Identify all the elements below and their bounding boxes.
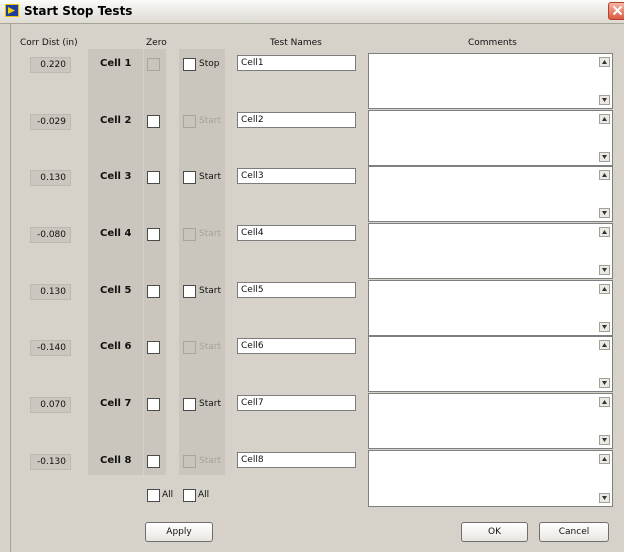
cancel-button[interactable]: Cancel [539,522,609,542]
start-stop-label: Start [199,116,221,126]
zero-checkbox[interactable] [147,341,160,354]
window-title: Start Stop Tests [24,4,133,18]
zero-column-bg [144,49,166,475]
comment-field[interactable] [368,393,613,449]
start-stop-label: Start [199,399,221,409]
cell-label: Cell 5 [100,285,132,296]
start-stop-checkbox [183,455,196,468]
comment-field[interactable] [368,53,613,109]
scroll-down-icon[interactable] [599,208,610,218]
scroll-down-icon[interactable] [599,152,610,162]
corr-dist-indicator: -0.029 [30,114,71,130]
zero-checkbox [147,58,160,71]
comment-field[interactable] [368,110,613,166]
corr-dist-indicator: 0.130 [30,170,71,186]
start-stop-label: Start [199,229,221,239]
zero-checkbox[interactable] [147,228,160,241]
scroll-down-icon[interactable] [599,493,610,503]
test-name-field[interactable]: Cell8 [237,452,356,468]
scroll-up-icon[interactable] [599,284,610,294]
corr-dist-indicator: -0.140 [30,340,71,356]
close-icon[interactable] [608,2,624,20]
header-corr-dist: Corr Dist (in) [20,38,78,48]
apply-button[interactable]: Apply [145,522,213,542]
header-comments: Comments [468,38,517,48]
action-all-label: All [198,490,210,500]
scroll-up-icon[interactable] [599,454,610,464]
test-name-field[interactable]: Cell2 [237,112,356,128]
action-all-checkbox[interactable] [183,489,196,502]
action-column-bg [179,49,225,475]
scroll-up-icon[interactable] [599,57,610,67]
zero-checkbox[interactable] [147,115,160,128]
corr-dist-indicator: -0.080 [30,227,71,243]
zero-checkbox[interactable] [147,171,160,184]
scroll-down-icon[interactable] [599,378,610,388]
start-stop-label: Start [199,286,221,296]
test-name-field[interactable]: Cell1 [237,55,356,71]
start-stop-label: Start [199,342,221,352]
header-test-names: Test Names [270,38,322,48]
corr-dist-indicator: 0.070 [30,397,71,413]
scroll-up-icon[interactable] [599,340,610,350]
start-stop-checkbox [183,115,196,128]
start-stop-checkbox[interactable] [183,398,196,411]
corr-dist-indicator: 0.220 [30,57,71,73]
zero-all-checkbox[interactable] [147,489,160,502]
comment-field[interactable] [368,280,613,336]
start-stop-checkbox[interactable] [183,58,196,71]
start-stop-label: Start [199,456,221,466]
cell-label: Cell 4 [100,228,132,239]
test-name-field[interactable]: Cell4 [237,225,356,241]
zero-checkbox[interactable] [147,455,160,468]
start-stop-checkbox [183,341,196,354]
scroll-up-icon[interactable] [599,114,610,124]
scroll-up-icon[interactable] [599,397,610,407]
scroll-down-icon[interactable] [599,265,610,275]
scroll-down-icon[interactable] [599,435,610,445]
corr-dist-indicator: 0.130 [30,284,71,300]
cell-label: Cell 1 [100,58,132,69]
cell-label-column-bg [88,49,143,475]
start-stop-label: Stop [199,59,220,69]
title-bar[interactable]: Start Stop Tests [0,0,624,24]
scroll-down-icon[interactable] [599,322,610,332]
test-name-field[interactable]: Cell5 [237,282,356,298]
start-stop-label: Start [199,172,221,182]
comment-field[interactable] [368,166,613,222]
ok-button[interactable]: OK [461,522,528,542]
test-name-field[interactable]: Cell6 [237,338,356,354]
comment-field[interactable] [368,223,613,279]
start-stop-checkbox[interactable] [183,285,196,298]
app-icon [5,4,19,17]
test-name-field[interactable]: Cell7 [237,395,356,411]
scroll-up-icon[interactable] [599,170,610,180]
comment-field[interactable] [368,450,613,507]
zero-checkbox[interactable] [147,285,160,298]
comment-field[interactable] [368,336,613,392]
zero-all-label: All [162,490,174,500]
start-stop-checkbox [183,228,196,241]
cell-label: Cell 2 [100,115,132,126]
header-zero: Zero [146,38,167,48]
zero-checkbox[interactable] [147,398,160,411]
start-stop-checkbox[interactable] [183,171,196,184]
corr-dist-indicator: -0.130 [30,454,71,470]
start-stop-tests-window: Start Stop Tests Corr Dist (in) Zero Tes… [0,0,624,552]
cell-label: Cell 7 [100,398,132,409]
cell-label: Cell 8 [100,455,132,466]
scroll-down-icon[interactable] [599,95,610,105]
cell-label: Cell 6 [100,341,132,352]
scroll-up-icon[interactable] [599,227,610,237]
cell-label: Cell 3 [100,171,132,182]
test-name-field[interactable]: Cell3 [237,168,356,184]
